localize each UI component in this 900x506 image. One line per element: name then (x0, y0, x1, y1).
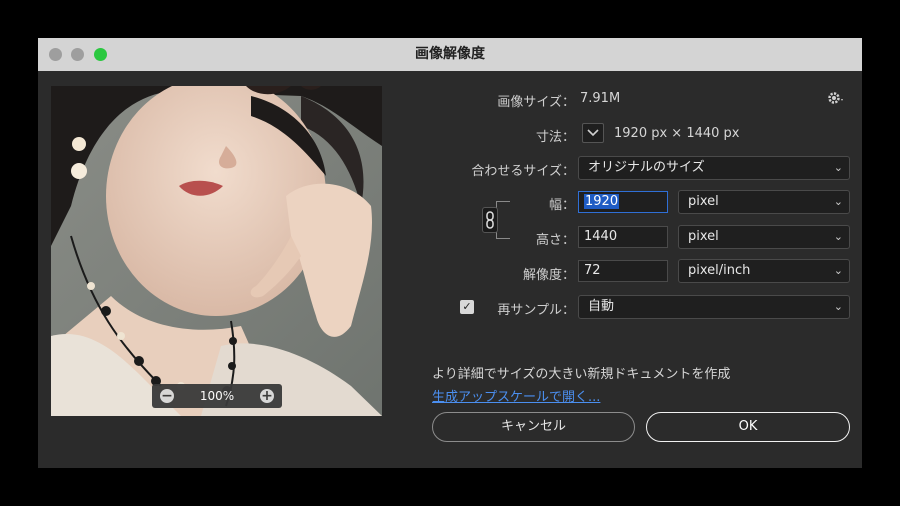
zoom-in-button[interactable]: + (260, 389, 274, 403)
width-input[interactable]: 1920 (578, 191, 668, 213)
zoom-level: 100% (199, 389, 235, 403)
portrait-preview-image (51, 86, 382, 416)
ok-button[interactable]: OK (646, 412, 850, 442)
fit-to-dropdown[interactable]: オリジナルのサイズ ⌄ (578, 156, 850, 180)
chevron-down-icon: ⌄ (833, 230, 843, 243)
resample-dropdown[interactable]: 自動 ⌄ (578, 295, 850, 319)
height-unit-value: pixel (688, 229, 719, 244)
constrain-proportions[interactable] (482, 201, 510, 239)
chevron-down-icon: ⌄ (833, 161, 843, 174)
fit-to-value: オリジナルのサイズ (588, 160, 705, 175)
title-bar: 画像解像度 (38, 38, 862, 71)
gear-icon[interactable] (826, 89, 846, 109)
chevron-down-icon: ⌄ (833, 195, 843, 208)
resolution-value: 72 (584, 263, 601, 278)
width-unit-value: pixel (688, 194, 719, 209)
window-title: 画像解像度 (415, 46, 485, 62)
image-preview[interactable]: − 100% + (51, 86, 382, 416)
height-input[interactable]: 1440 (578, 226, 668, 248)
height-value: 1440 (584, 229, 618, 244)
dimensions-value: 1920 px × 1440 px (614, 126, 740, 141)
width-label: 幅： (548, 198, 575, 213)
cancel-button[interactable]: キャンセル (432, 412, 635, 442)
resolution-unit-value: pixel/inch (688, 263, 751, 278)
chevron-down-icon (587, 129, 599, 137)
width-unit-dropdown[interactable]: pixel ⌄ (678, 190, 850, 214)
height-label: 高さ： (535, 233, 575, 248)
image-size-label: 画像サイズ： (497, 95, 575, 110)
zoom-out-button[interactable]: − (160, 389, 174, 403)
resample-label: 再サンプル： (497, 303, 575, 318)
resolution-label: 解像度： (522, 268, 575, 283)
chain-link-icon (482, 207, 498, 233)
chevron-down-icon: ⌄ (833, 300, 843, 313)
image-size-dialog: 画像解像度 − 100% + 画像サイズ： 7.91M 寸法： 1920 px … (38, 38, 862, 468)
info-text: より詳細でサイズの大きい新規ドキュメントを作成 (432, 367, 731, 382)
resolution-unit-dropdown[interactable]: pixel/inch ⌄ (678, 259, 850, 283)
resolution-input[interactable]: 72 (578, 260, 668, 282)
resample-value: 自動 (588, 299, 615, 314)
dimensions-label: 寸法： (535, 130, 575, 145)
chevron-down-icon: ⌄ (833, 264, 843, 277)
image-size-value: 7.91M (580, 91, 621, 106)
dimensions-toggle[interactable] (582, 123, 604, 143)
zoom-control: − 100% + (152, 384, 282, 408)
width-value: 1920 (584, 194, 620, 209)
generative-upscale-link[interactable]: 生成アップスケールで開く... (432, 386, 600, 405)
resample-checkbox[interactable]: ✓ (460, 300, 474, 314)
height-unit-dropdown[interactable]: pixel ⌄ (678, 225, 850, 249)
fit-to-label: 合わせるサイズ： (471, 164, 575, 179)
